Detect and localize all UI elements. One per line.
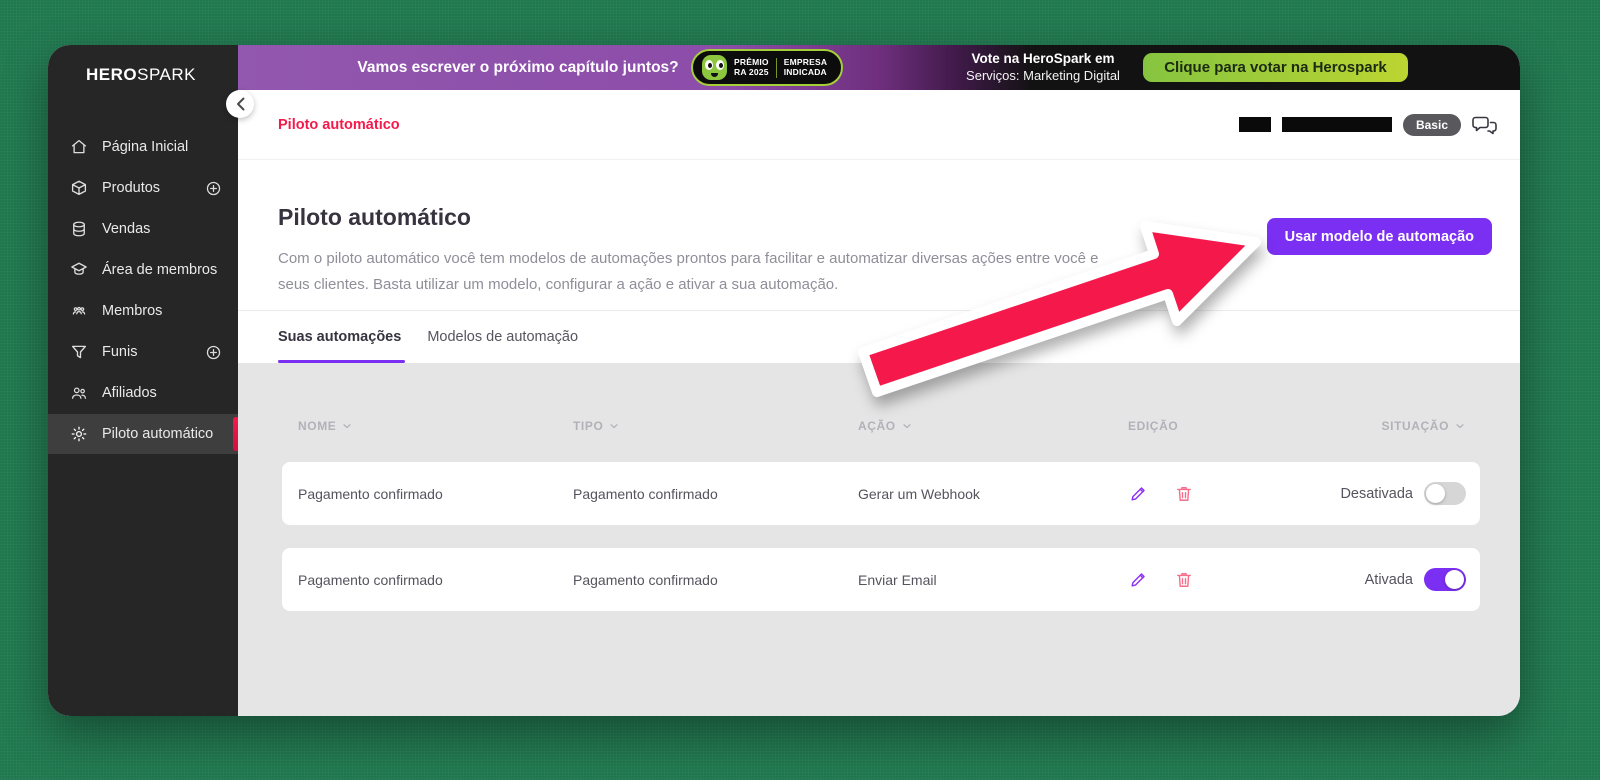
status-toggle-on[interactable] — [1424, 568, 1466, 591]
sort-chevron-icon — [341, 420, 353, 432]
logo-bold: HERO — [86, 65, 137, 84]
sidebar-collapse-button[interactable] — [226, 90, 254, 118]
chevron-left-icon — [236, 97, 245, 111]
column-header-acao[interactable]: AÇÃO — [858, 419, 1128, 433]
award-separator — [776, 58, 777, 78]
status-label: Ativada — [1365, 572, 1413, 588]
award-badge: PRÊMIO RA 2025 EMPRESA INDICADA — [691, 49, 843, 86]
cell-acao: Enviar Email — [858, 572, 1128, 588]
coins-icon — [70, 220, 88, 238]
sidebar: HEROSPARK Página Inicial Produtos Vendas… — [48, 45, 238, 716]
topbar-right-cluster: Basic — [1239, 113, 1498, 137]
logo-light: SPARK — [137, 65, 196, 84]
column-header-tipo[interactable]: TIPO — [573, 419, 858, 433]
sidebar-nav: Página Inicial Produtos Vendas Área de m… — [48, 127, 238, 454]
chat-icon[interactable] — [1472, 113, 1498, 137]
sidebar-item-pagina-inicial[interactable]: Página Inicial — [48, 127, 238, 167]
gear-icon — [70, 425, 88, 443]
promo-banner: Vamos escrever o próximo capítulo juntos… — [238, 45, 1520, 90]
sidebar-item-afiliados[interactable]: Afiliados — [48, 373, 238, 413]
status-toggle-off[interactable] — [1424, 482, 1466, 505]
sidebar-item-label: Funis — [102, 344, 137, 360]
redacted-username-short — [1239, 117, 1271, 132]
funnel-icon — [70, 343, 88, 361]
cell-edicao — [1128, 570, 1308, 590]
sidebar-item-label: Piloto automático — [102, 426, 213, 442]
sidebar-item-membros[interactable]: Membros — [48, 291, 238, 331]
sidebar-item-piloto-automatico[interactable]: Piloto automático — [48, 414, 238, 454]
sidebar-item-funis[interactable]: Funis — [48, 332, 238, 372]
sidebar-item-area-de-membros[interactable]: Área de membros — [48, 250, 238, 290]
topbar: Piloto automático Basic — [238, 90, 1520, 160]
delete-trash-icon[interactable] — [1174, 570, 1194, 590]
breadcrumb[interactable]: Piloto automático — [278, 117, 400, 133]
vote-text: Vote na HeroSpark em Serviços: Marketing… — [950, 45, 1136, 90]
active-indicator — [233, 417, 238, 451]
page-description: Com o piloto automático você tem modelos… — [278, 246, 1123, 298]
status-label: Desativada — [1340, 486, 1413, 502]
table-row: Pagamento confirmado Pagamento confirmad… — [282, 548, 1480, 611]
table-header-row: NOME TIPO AÇÃO EDIÇÃO SITUAÇÃO — [282, 413, 1480, 439]
herospark-logo: HEROSPARK — [86, 65, 196, 85]
cell-edicao — [1128, 484, 1308, 504]
tab-suas-automacoes[interactable]: Suas automações — [278, 311, 401, 363]
table-row: Pagamento confirmado Pagamento confirmad… — [282, 462, 1480, 525]
sidebar-item-label: Vendas — [102, 221, 150, 237]
app-window: HEROSPARK Página Inicial Produtos Vendas… — [48, 45, 1520, 716]
redacted-username-long — [1282, 117, 1392, 132]
sidebar-item-label: Área de membros — [102, 262, 217, 278]
group-icon — [70, 384, 88, 402]
cell-situacao: Desativada — [1308, 482, 1466, 505]
home-icon — [70, 138, 88, 156]
banner-message: Vamos escrever o próximo capítulo juntos… — [328, 45, 708, 90]
column-header-edicao: EDIÇÃO — [1128, 419, 1308, 433]
vote-cta-button[interactable]: Clique para votar na Herospark — [1143, 53, 1408, 82]
page-title: Piloto automático — [278, 204, 471, 231]
add-product-icon[interactable] — [205, 180, 222, 197]
add-funnel-icon[interactable] — [205, 344, 222, 361]
delete-trash-icon[interactable] — [1174, 484, 1194, 504]
reclame-aqui-mascot-icon — [702, 55, 727, 80]
award-text-premio: PRÊMIO RA 2025 — [734, 58, 769, 78]
tab-modelos-de-automacao[interactable]: Modelos de automação — [427, 311, 578, 363]
cell-nome: Pagamento confirmado — [298, 486, 573, 502]
edit-pencil-icon[interactable] — [1128, 570, 1148, 590]
use-automation-template-button[interactable]: Usar modelo de automação — [1267, 218, 1492, 255]
sort-chevron-icon — [901, 420, 913, 432]
cell-acao: Gerar um Webhook — [858, 486, 1128, 502]
vote-line2: Serviços: Marketing Digital — [966, 68, 1120, 84]
sidebar-item-produtos[interactable]: Produtos — [48, 168, 238, 208]
sidebar-item-label: Membros — [102, 303, 162, 319]
main-content: Piloto automático Com o piloto automátic… — [238, 160, 1520, 363]
graduation-cap-icon — [70, 261, 88, 279]
sidebar-item-vendas[interactable]: Vendas — [48, 209, 238, 249]
sidebar-item-label: Afiliados — [102, 385, 157, 401]
award-text-empresa: EMPRESA INDICADA — [784, 58, 827, 78]
automations-table-section: NOME TIPO AÇÃO EDIÇÃO SITUAÇÃO Pagamento… — [238, 363, 1520, 716]
box-icon — [70, 179, 88, 197]
cell-tipo: Pagamento confirmado — [573, 486, 858, 502]
sidebar-item-label: Produtos — [102, 180, 160, 196]
column-header-situacao[interactable]: SITUAÇÃO — [1308, 419, 1466, 433]
sort-chevron-icon — [1454, 420, 1466, 432]
edit-pencil-icon[interactable] — [1128, 484, 1148, 504]
column-header-nome[interactable]: NOME — [298, 419, 573, 433]
sort-chevron-icon — [608, 420, 620, 432]
cell-situacao: Ativada — [1308, 568, 1466, 591]
tabs: Suas automações Modelos de automação — [238, 310, 1520, 363]
plan-badge: Basic — [1403, 114, 1461, 136]
vote-line1: Vote na HeroSpark em — [971, 51, 1114, 68]
cell-nome: Pagamento confirmado — [298, 572, 573, 588]
sidebar-item-label: Página Inicial — [102, 139, 188, 155]
people-icon — [70, 302, 88, 320]
cell-tipo: Pagamento confirmado — [573, 572, 858, 588]
